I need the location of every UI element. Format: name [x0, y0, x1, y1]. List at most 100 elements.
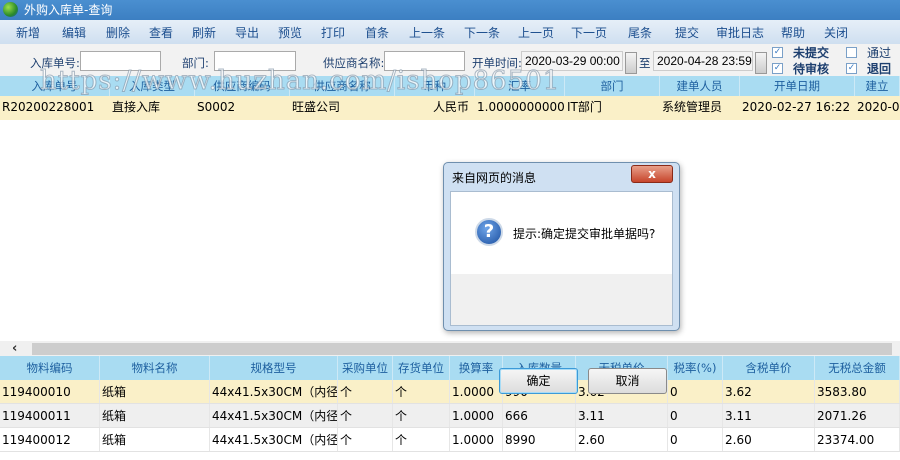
detail-cell: 119400012 — [0, 428, 100, 451]
detail-cell: 8990 — [503, 428, 576, 451]
app-logo-icon — [3, 2, 18, 17]
detail-cell: 3.11 — [723, 404, 815, 427]
master-cell: 旺盛公司 — [292, 100, 341, 114]
title-bar: 外购入库单-查询 — [0, 0, 900, 20]
supplier-input[interactable] — [384, 51, 465, 71]
dept-label: 部门: — [182, 56, 209, 70]
toolbar-button-12[interactable]: 下一页 — [562, 24, 616, 41]
master-cell: IT部门 — [567, 100, 602, 114]
detail-cell: 纸箱 — [100, 380, 210, 403]
detail-table-row[interactable]: 119400012 纸箱 44x41.5x30CM（内径… 个个 1.0000 8990 2… — [0, 428, 900, 452]
toolbar-button-15[interactable]: 审批日志 — [710, 24, 770, 41]
scrollbar-thumb[interactable] — [32, 343, 892, 355]
to-label: 至 — [639, 56, 651, 70]
detail-cell: 23374.00 — [815, 428, 900, 451]
detail-column-header[interactable]: 含税单价 — [723, 356, 815, 380]
detail-cell: 1.0000 — [450, 380, 503, 403]
master-grid-header: 入库单号 入库类型 供应商编码 供应商名称 币种 汇率 部门 建单人员 开单日期 建立 — [0, 76, 900, 96]
detail-column-header[interactable]: 存货单位 — [393, 356, 450, 380]
dept-input[interactable] — [214, 51, 296, 71]
detail-cell: 0 — [668, 404, 723, 427]
detail-column-header[interactable]: 物料名称 — [100, 356, 210, 380]
detail-cell: 44x41.5x30CM（内径… — [210, 380, 338, 403]
detail-column-header[interactable]: 物料编码 — [0, 356, 100, 380]
order-no-label: 入库单号: — [30, 56, 80, 70]
toolbar-button-1[interactable]: 编辑 — [52, 24, 96, 41]
status-unsubmitted-label: 未提交 — [793, 46, 830, 60]
detail-cell: 1.0000 — [450, 404, 503, 427]
master-column-header[interactable]: 汇率 — [475, 76, 565, 96]
toolbar-button-14[interactable]: 提交 — [664, 24, 710, 41]
cancel-button[interactable]: 取消 — [588, 368, 667, 394]
toolbar-button-5[interactable]: 导出 — [226, 24, 268, 41]
master-table-row[interactable]: R20200228001 直接入库 S0002 旺盛公司 人民币 1.0000000000… — [0, 96, 900, 120]
filter-bar: 入库单号: 部门: 供应商名称: 开单时间: 至 ✓ 未提交 ✓ 待审核 通过 … — [0, 44, 900, 76]
toolbar-button-17[interactable]: 关闭 — [816, 24, 856, 41]
master-column-header[interactable]: 部门 — [565, 76, 660, 96]
toolbar-button-4[interactable]: 刷新 — [182, 24, 226, 41]
ok-button[interactable]: 确定 — [499, 368, 578, 394]
detail-cell: 纸箱 — [100, 404, 210, 427]
master-column-header[interactable]: 建立 — [855, 76, 900, 96]
detail-column-header[interactable]: 无税总金额 — [815, 356, 900, 380]
master-column-header[interactable]: 开单日期 — [740, 76, 855, 96]
detail-table-row[interactable]: 119400010纸箱44x41.5x30CM（内径…个个1.00009903.… — [0, 380, 900, 404]
master-cell: 系统管理员 — [662, 100, 723, 114]
detail-column-header[interactable]: 采购单位 — [338, 356, 393, 380]
master-cell: 直接入库 — [112, 100, 161, 114]
status-returned-label: 退回 — [867, 62, 892, 76]
status-returned-checkbox[interactable]: ✓ — [846, 63, 857, 74]
detail-cell: 纸箱 — [100, 428, 210, 451]
status-approved-label: 通过 — [867, 46, 892, 60]
date-to-picker-button[interactable] — [755, 52, 767, 74]
toolbar-button-6[interactable]: 预览 — [268, 24, 312, 41]
detail-column-header[interactable]: 税率(%) — [668, 356, 723, 380]
status-pending-checkbox[interactable]: ✓ — [772, 63, 783, 74]
toolbar-button-16[interactable]: 帮助 — [770, 24, 816, 41]
detail-column-header[interactable]: 规格型号 — [210, 356, 338, 380]
date-from-input[interactable] — [521, 51, 623, 71]
dialog-message: 提示:确定提交审批单据吗? — [513, 227, 656, 241]
master-cell: R20200228001 — [2, 100, 95, 114]
master-cell: 人民币 — [432, 100, 469, 114]
master-column-header[interactable]: 供应商名称 — [290, 76, 395, 96]
horizontal-scrollbar[interactable]: ‹ — [0, 341, 900, 356]
toolbar-button-8[interactable]: 首条 — [354, 24, 400, 41]
question-icon: ? — [475, 218, 503, 246]
master-column-header[interactable]: 入库类型 — [110, 76, 195, 96]
master-cell: 1.0000000000 — [477, 100, 565, 114]
toolbar-button-7[interactable]: 打印 — [312, 24, 354, 41]
detail-cell: 个 — [338, 428, 393, 451]
date-to-input[interactable] — [653, 51, 753, 71]
toolbar-button-10[interactable]: 下一条 — [454, 24, 510, 41]
dialog-title: 来自网页的消息 — [452, 171, 537, 185]
toolbar-button-3[interactable]: 查看 — [140, 24, 182, 41]
toolbar-button-9[interactable]: 上一条 — [400, 24, 454, 41]
detail-column-header[interactable]: 换算率 — [450, 356, 503, 380]
detail-cell: 1.0000 — [450, 428, 503, 451]
master-column-header[interactable]: 建单人员 — [660, 76, 740, 96]
detail-cell: 0 — [668, 428, 723, 451]
detail-cell: 2.60 — [576, 428, 668, 451]
scroll-left-icon[interactable]: ‹ — [12, 341, 17, 356]
toolbar-button-11[interactable]: 上一页 — [510, 24, 562, 41]
detail-cell: 3583.80 — [815, 380, 900, 403]
master-column-header[interactable]: 入库单号 — [0, 76, 110, 96]
date-from-picker-button[interactable] — [625, 52, 637, 74]
detail-cell: 0 — [668, 380, 723, 403]
dialog-close-button[interactable]: x — [631, 165, 673, 183]
toolbar-button-0[interactable]: 新增 — [4, 24, 52, 41]
status-approved-checkbox[interactable] — [846, 47, 857, 58]
master-cell: 2020-04-2 — [857, 100, 900, 114]
order-no-input[interactable] — [80, 51, 161, 71]
status-unsubmitted-checkbox[interactable]: ✓ — [772, 47, 783, 58]
toolbar-button-13[interactable]: 尾条 — [616, 24, 664, 41]
detail-cell: 119400010 — [0, 380, 100, 403]
master-cell: 2020-02-27 16:22 — [742, 100, 851, 114]
detail-table-row[interactable]: 119400011 纸箱 44x41.5x30CM（内径… 个个 1.0000 666 3.… — [0, 404, 900, 428]
detail-cell: 个 — [338, 404, 393, 427]
toolbar-button-2[interactable]: 删除 — [96, 24, 140, 41]
master-column-header[interactable]: 币种 — [395, 76, 475, 96]
master-column-header[interactable]: 供应商编码 — [195, 76, 290, 96]
detail-cell: 3.11 — [576, 404, 668, 427]
